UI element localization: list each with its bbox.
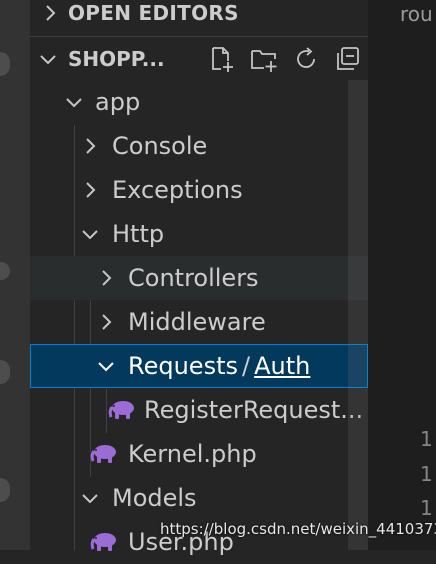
tree-item-label: RegisterRequest... — [144, 396, 364, 424]
tree-item-label: Console — [112, 132, 208, 160]
tree-item-label: Kernel.php — [128, 440, 257, 468]
tree-item-label: Controllers — [128, 264, 259, 292]
tree-folder-http[interactable]: Http — [30, 212, 368, 256]
tree-item-label: Models — [112, 484, 197, 512]
refresh-icon[interactable] — [292, 45, 320, 73]
chevron-right-icon — [78, 134, 102, 158]
activity-bar-item[interactable] — [0, 360, 10, 384]
tree-folder-app[interactable]: app — [30, 80, 368, 124]
compact-folder-path: Requests / Auth — [128, 344, 310, 388]
activity-bar-item[interactable] — [0, 52, 10, 76]
tree-file-registerrequest[interactable]: RegisterRequest... — [30, 388, 368, 432]
path-separator: / — [242, 352, 251, 380]
chevron-down-icon — [94, 354, 118, 378]
chevron-down-icon — [36, 47, 60, 71]
sidebar-scrollbar[interactable] — [348, 80, 368, 550]
chevron-down-icon — [62, 90, 86, 114]
watermark-text: https://blog.csdn.net/weixin_44103733 — [160, 520, 436, 538]
explorer-sidebar: OPEN EDITORS SHOPP... app Console Except… — [30, 0, 368, 556]
new-file-icon[interactable] — [208, 45, 236, 73]
chevron-right-icon — [78, 178, 102, 202]
open-editors-header[interactable]: OPEN EDITORS — [30, 0, 368, 35]
collapse-all-icon[interactable] — [334, 45, 362, 73]
chevron-down-icon — [78, 222, 102, 246]
editor-tab-label[interactable]: rou — [400, 2, 433, 26]
tree-folder-console[interactable]: Console — [30, 124, 368, 168]
open-editors-label: OPEN EDITORS — [68, 1, 239, 25]
tree-folder-requests-auth[interactable]: Requests / Auth — [30, 344, 368, 388]
new-folder-icon[interactable] — [250, 45, 278, 73]
activity-bar-item[interactable] — [0, 262, 10, 280]
chevron-right-icon — [38, 1, 62, 25]
line-number: 1 — [420, 496, 433, 520]
project-title: SHOPP... — [68, 47, 165, 71]
tree-item-label: app — [95, 88, 141, 116]
tree-item-label: Http — [112, 220, 165, 248]
folder-segment-auth[interactable]: Auth — [254, 352, 310, 380]
explorer-actions — [208, 45, 362, 73]
folder-segment-requests[interactable]: Requests — [128, 352, 238, 380]
php-elephant-icon — [108, 399, 136, 421]
chevron-right-icon — [94, 266, 118, 290]
tree-file-kernel[interactable]: Kernel.php — [30, 432, 368, 476]
tree-item-label: Exceptions — [112, 176, 243, 204]
tree-item-label: Middleware — [128, 308, 266, 336]
line-number: 1 — [420, 462, 433, 486]
tree-folder-models[interactable]: Models — [30, 476, 368, 520]
php-elephant-icon — [90, 443, 118, 465]
activity-bar — [0, 0, 30, 550]
chevron-down-icon — [78, 486, 102, 510]
activity-bar-item[interactable] — [0, 478, 10, 502]
tree-folder-middleware[interactable]: Middleware — [30, 300, 368, 344]
chevron-right-icon — [94, 310, 118, 334]
tree-folder-exceptions[interactable]: Exceptions — [30, 168, 368, 212]
line-number: 1 — [420, 427, 433, 451]
editor-area: rou 1 1 1 — [368, 0, 436, 550]
explorer-project-header[interactable]: SHOPP... — [30, 37, 368, 81]
tree-folder-controllers[interactable]: Controllers — [30, 256, 368, 300]
